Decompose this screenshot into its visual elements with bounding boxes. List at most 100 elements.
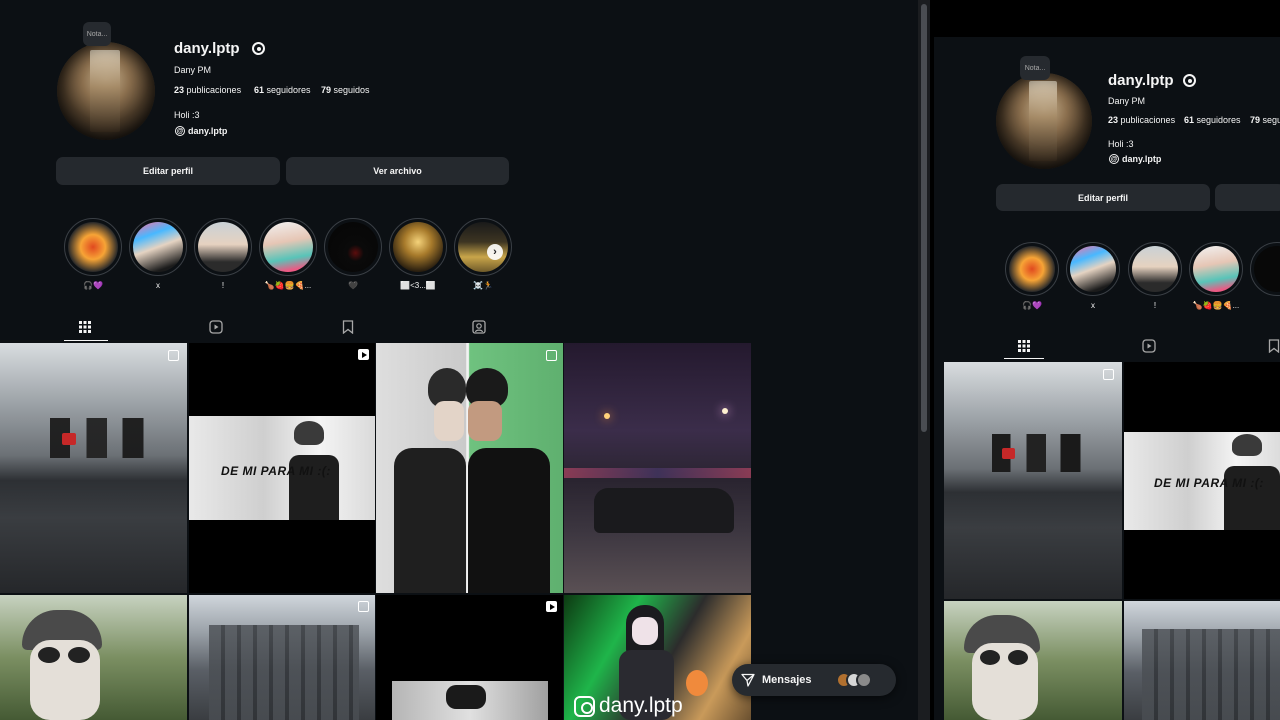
post-watermark: dany.lptp bbox=[574, 694, 683, 718]
threads-link[interactable]: @ dany.lptp bbox=[1109, 154, 1161, 164]
profile-username: dany.lptp bbox=[174, 40, 240, 57]
followers-count-label: seguidores bbox=[1196, 115, 1241, 125]
following-count[interactable]: 79 seguidos bbox=[1250, 115, 1280, 125]
following-count-value: 79 bbox=[1250, 115, 1261, 125]
highlight-item[interactable]: ⬜<3...⬜ bbox=[389, 218, 447, 290]
messages-label: Mensajes bbox=[762, 674, 812, 686]
post-tile-split-portrait[interactable] bbox=[376, 343, 563, 593]
highlight-item[interactable]: x bbox=[129, 218, 187, 290]
highlights-next-arrow-icon[interactable]: › bbox=[487, 244, 503, 260]
edit-profile-button[interactable]: Editar perfil bbox=[996, 184, 1210, 211]
threads-icon: @ bbox=[1109, 154, 1119, 164]
reel-icon bbox=[358, 349, 369, 360]
post-tile-building[interactable] bbox=[1124, 601, 1280, 720]
reels-icon bbox=[1142, 339, 1156, 353]
scrollbar-thumb[interactable] bbox=[921, 4, 927, 432]
highlight-label: ! bbox=[221, 281, 225, 290]
posts-count-label: publicaciones bbox=[1120, 115, 1176, 125]
highlight-item[interactable]: 🎧💜 bbox=[64, 218, 122, 290]
multi-post-icon bbox=[1103, 369, 1114, 380]
profile-avatar[interactable] bbox=[57, 42, 155, 140]
posts-count-label: publicaciones bbox=[186, 85, 242, 95]
send-message-icon bbox=[741, 673, 755, 687]
highlight-label: ! bbox=[1153, 301, 1157, 310]
settings-gear-icon[interactable] bbox=[1183, 74, 1196, 87]
post-tile-cemetery-friends[interactable] bbox=[944, 362, 1122, 599]
threads-icon: @ bbox=[175, 126, 185, 136]
highlight-cover-selfie bbox=[1193, 246, 1239, 292]
grid-icon bbox=[79, 321, 91, 333]
followers-count[interactable]: 61 seguidores bbox=[254, 85, 311, 95]
following-count-label: seguidos bbox=[333, 85, 370, 95]
post-tile-de-mi-para-mi[interactable]: DE MI PARA MI :(: bbox=[189, 343, 375, 593]
settings-gear-icon[interactable] bbox=[252, 42, 265, 55]
profile-note[interactable]: Nota... bbox=[1020, 56, 1050, 80]
followers-count[interactable]: 61 seguidores bbox=[1184, 115, 1241, 125]
highlight-item[interactable]: ! bbox=[1128, 242, 1182, 310]
profile-bio: Holi :3 bbox=[174, 110, 200, 120]
tab-reels[interactable] bbox=[204, 317, 228, 337]
highlight-label: ☠️🏃 bbox=[473, 281, 493, 290]
profile-username: dany.lptp bbox=[1108, 72, 1174, 89]
posts-count-value: 23 bbox=[1108, 115, 1119, 125]
tab-posts-grid[interactable] bbox=[1012, 336, 1036, 356]
highlight-item[interactable]: 🍗🍓🍔🍕... bbox=[1189, 242, 1243, 310]
edit-profile-button[interactable]: Editar perfil bbox=[56, 157, 280, 185]
active-tab-indicator bbox=[64, 340, 108, 341]
highlight-label: 🍗🍓🍔🍕... bbox=[1192, 301, 1240, 310]
highlight-cover-pizza bbox=[1009, 246, 1055, 292]
post-tile-de-mi-para-mi[interactable]: DE MI PARA MI :(: bbox=[1124, 362, 1280, 599]
post-tile-cemetery-friends[interactable] bbox=[0, 343, 187, 593]
post-tile-cap-sunglasses[interactable] bbox=[0, 595, 187, 720]
highlight-cover-selfie bbox=[133, 222, 183, 272]
highlight-item[interactable]: 🎧💜 bbox=[1005, 242, 1059, 310]
highlight-cover-dark bbox=[1254, 246, 1280, 292]
highlight-cover-night-street bbox=[393, 222, 443, 272]
messages-bar[interactable]: Mensajes bbox=[732, 664, 896, 696]
profile-avatar[interactable] bbox=[996, 73, 1092, 169]
tab-reels[interactable] bbox=[1137, 336, 1161, 356]
highlight-cover-dark bbox=[328, 222, 378, 272]
highlight-label: 🎧💜 bbox=[83, 281, 103, 290]
following-count-value: 79 bbox=[321, 85, 332, 95]
view-archive-button[interactable] bbox=[1215, 184, 1280, 211]
multi-post-icon bbox=[168, 350, 179, 361]
following-count[interactable]: 79 seguidos bbox=[321, 85, 370, 95]
followers-count-value: 61 bbox=[1184, 115, 1195, 125]
avatar bbox=[856, 672, 872, 688]
tagged-user-icon bbox=[472, 320, 486, 334]
reel-icon bbox=[546, 601, 557, 612]
highlight-label: ⬜<3...⬜ bbox=[400, 281, 436, 290]
post-tile-night-street[interactable] bbox=[564, 343, 751, 593]
highlight-item[interactable]: 🍗🍓🍔🍕... bbox=[259, 218, 317, 290]
highlight-item[interactable]: 🖤 bbox=[324, 218, 382, 290]
post-tile-reel-dark[interactable] bbox=[376, 595, 563, 720]
highlight-cover-portrait bbox=[1132, 246, 1178, 292]
tab-saved[interactable] bbox=[1262, 336, 1280, 356]
tab-tagged[interactable] bbox=[467, 317, 491, 337]
highlight-item[interactable]: ! bbox=[194, 218, 252, 290]
highlight-label: 🍗🍓🍔🍕... bbox=[264, 281, 312, 290]
highlight-item[interactable]: ☠️🏃 bbox=[454, 218, 512, 290]
threads-link[interactable]: @ dany.lptp bbox=[175, 126, 227, 136]
highlight-item[interactable]: x bbox=[1066, 242, 1120, 310]
post-caption-text: DE MI PARA MI :(: bbox=[1154, 476, 1264, 490]
bookmark-icon bbox=[342, 320, 354, 334]
followers-count-label: seguidores bbox=[266, 85, 311, 95]
multi-post-icon bbox=[546, 350, 557, 361]
posts-count: 23 publicaciones bbox=[1108, 115, 1175, 125]
profile-bio: Holi :3 bbox=[1108, 139, 1134, 149]
post-tile-building[interactable] bbox=[189, 595, 375, 720]
secondary-profile-pane: Nota... dany.lptp Dany PM 23 publicacion… bbox=[934, 37, 1280, 720]
highlight-label: x bbox=[156, 281, 160, 290]
tab-saved[interactable] bbox=[336, 317, 360, 337]
profile-note[interactable]: Nota... bbox=[83, 22, 111, 46]
highlight-label: x bbox=[1091, 301, 1095, 310]
threads-handle: dany.lptp bbox=[188, 126, 228, 136]
profile-full-name: Dany PM bbox=[1108, 96, 1146, 106]
post-tile-cap-sunglasses[interactable] bbox=[944, 601, 1122, 720]
view-archive-button[interactable]: Ver archivo bbox=[286, 157, 509, 185]
tab-posts-grid[interactable] bbox=[73, 317, 97, 337]
highlight-item[interactable] bbox=[1250, 242, 1280, 296]
main-profile-pane: Nota... dany.lptp Dany PM 23 publicacion… bbox=[0, 0, 918, 720]
